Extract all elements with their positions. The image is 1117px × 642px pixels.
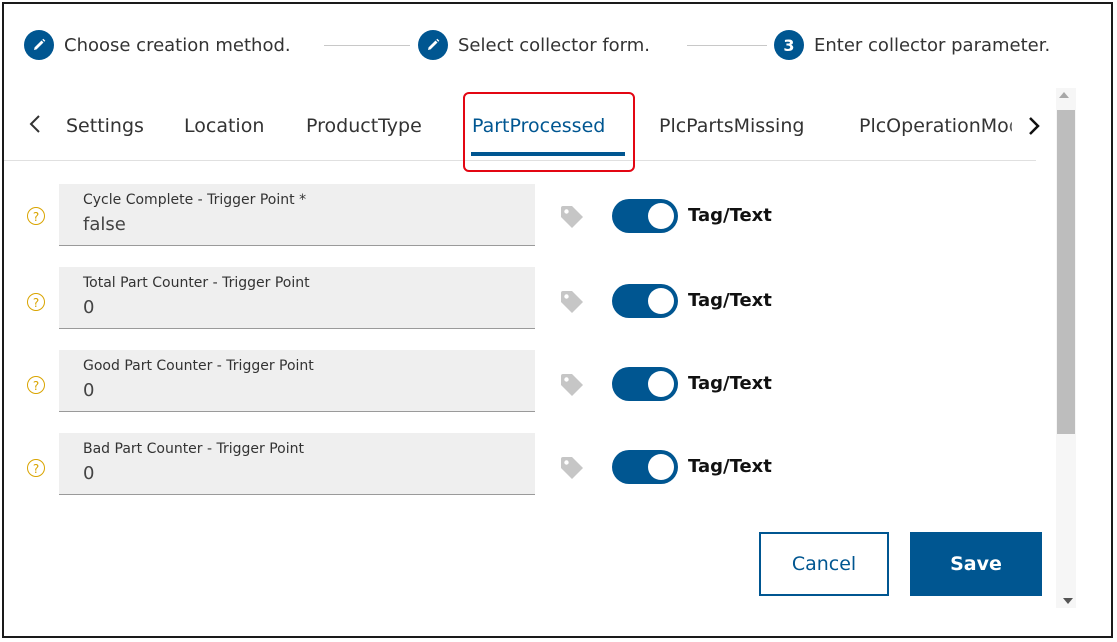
toggle-knob (648, 203, 674, 229)
tab-plcoperationmode[interactable]: PlcOperationMode (859, 106, 1012, 146)
step-3: 3 Enter collector parameter. (774, 30, 1050, 60)
tag-icon[interactable] (559, 204, 585, 230)
tab-plcoperationmode-label: PlcOperationMode (859, 115, 1012, 137)
tab-producttype[interactable]: ProductType (306, 106, 422, 146)
step-connector (687, 45, 767, 46)
step-1: Choose creation method. (24, 30, 291, 60)
toggle-knob (648, 454, 674, 480)
toggle-knob (648, 371, 674, 397)
help-icon[interactable]: ? (27, 459, 45, 477)
toggle-knob (648, 288, 674, 314)
tag-text-toggle[interactable] (612, 367, 678, 401)
total-part-counter-field[interactable]: Total Part Counter - Trigger Point 0 (59, 267, 535, 329)
field-value: 0 (83, 380, 95, 401)
chevron-left-icon[interactable] (20, 104, 50, 144)
toggle-label: Tag/Text (688, 373, 772, 394)
cancel-button[interactable]: Cancel (759, 532, 889, 596)
stepper: Choose creation method. Select collector… (4, 4, 1111, 84)
scroll-up-arrow-icon[interactable] (1059, 92, 1069, 98)
field-label: Good Part Counter - Trigger Point (83, 358, 314, 374)
cycle-complete-field[interactable]: Cycle Complete - Trigger Point * false (59, 184, 535, 246)
tag-icon[interactable] (559, 289, 585, 315)
step-2-label: Select collector form. (458, 34, 651, 56)
parameter-row: ? Bad Part Counter - Trigger Point 0 Tag… (4, 433, 1044, 497)
tab-settings[interactable]: Settings (66, 106, 144, 146)
field-value: false (83, 214, 126, 235)
parameter-row: ? Good Part Counter - Trigger Point 0 Ta… (4, 350, 1044, 414)
scroll-thumb[interactable] (1057, 110, 1075, 434)
step-2: Select collector form. (418, 30, 650, 60)
highlight-box (463, 92, 635, 172)
tab-location[interactable]: Location (184, 106, 264, 146)
toggle-label: Tag/Text (688, 456, 772, 477)
field-label: Total Part Counter - Trigger Point (83, 275, 310, 291)
good-part-counter-field[interactable]: Good Part Counter - Trigger Point 0 (59, 350, 535, 412)
tag-text-toggle[interactable] (612, 199, 678, 233)
toggle-label: Tag/Text (688, 205, 772, 226)
step-connector (324, 45, 410, 46)
help-icon[interactable]: ? (27, 293, 45, 311)
collector-dialog: Choose creation method. Select collector… (2, 2, 1113, 638)
parameter-row: ? Total Part Counter - Trigger Point 0 T… (4, 267, 1044, 331)
scroll-down-arrow-icon[interactable] (1063, 598, 1073, 604)
tag-text-toggle[interactable] (612, 284, 678, 318)
tab-bar: Settings Location ProductType PartProces… (4, 88, 1046, 172)
field-label: Bad Part Counter - Trigger Point (83, 441, 304, 457)
step-1-label: Choose creation method. (64, 34, 291, 56)
pencil-icon (418, 30, 448, 60)
save-button[interactable]: Save (910, 532, 1042, 596)
bad-part-counter-field[interactable]: Bad Part Counter - Trigger Point 0 (59, 433, 535, 495)
toggle-label: Tag/Text (688, 290, 772, 311)
step-3-number: 3 (774, 30, 804, 60)
chevron-right-icon[interactable] (1022, 106, 1046, 146)
parameter-row: ? Cycle Complete - Trigger Point * false… (4, 184, 1044, 248)
field-value: 0 (83, 463, 95, 484)
pencil-icon (24, 30, 54, 60)
step-3-label: Enter collector parameter. (814, 34, 1051, 56)
tag-text-toggle[interactable] (612, 450, 678, 484)
help-icon[interactable]: ? (27, 207, 45, 225)
tag-icon[interactable] (559, 372, 585, 398)
tab-plcpartsmissing[interactable]: PlcPartsMissing (659, 106, 804, 146)
field-value: 0 (83, 297, 95, 318)
help-icon[interactable]: ? (27, 376, 45, 394)
tag-icon[interactable] (559, 455, 585, 481)
field-label: Cycle Complete - Trigger Point * (83, 192, 307, 208)
